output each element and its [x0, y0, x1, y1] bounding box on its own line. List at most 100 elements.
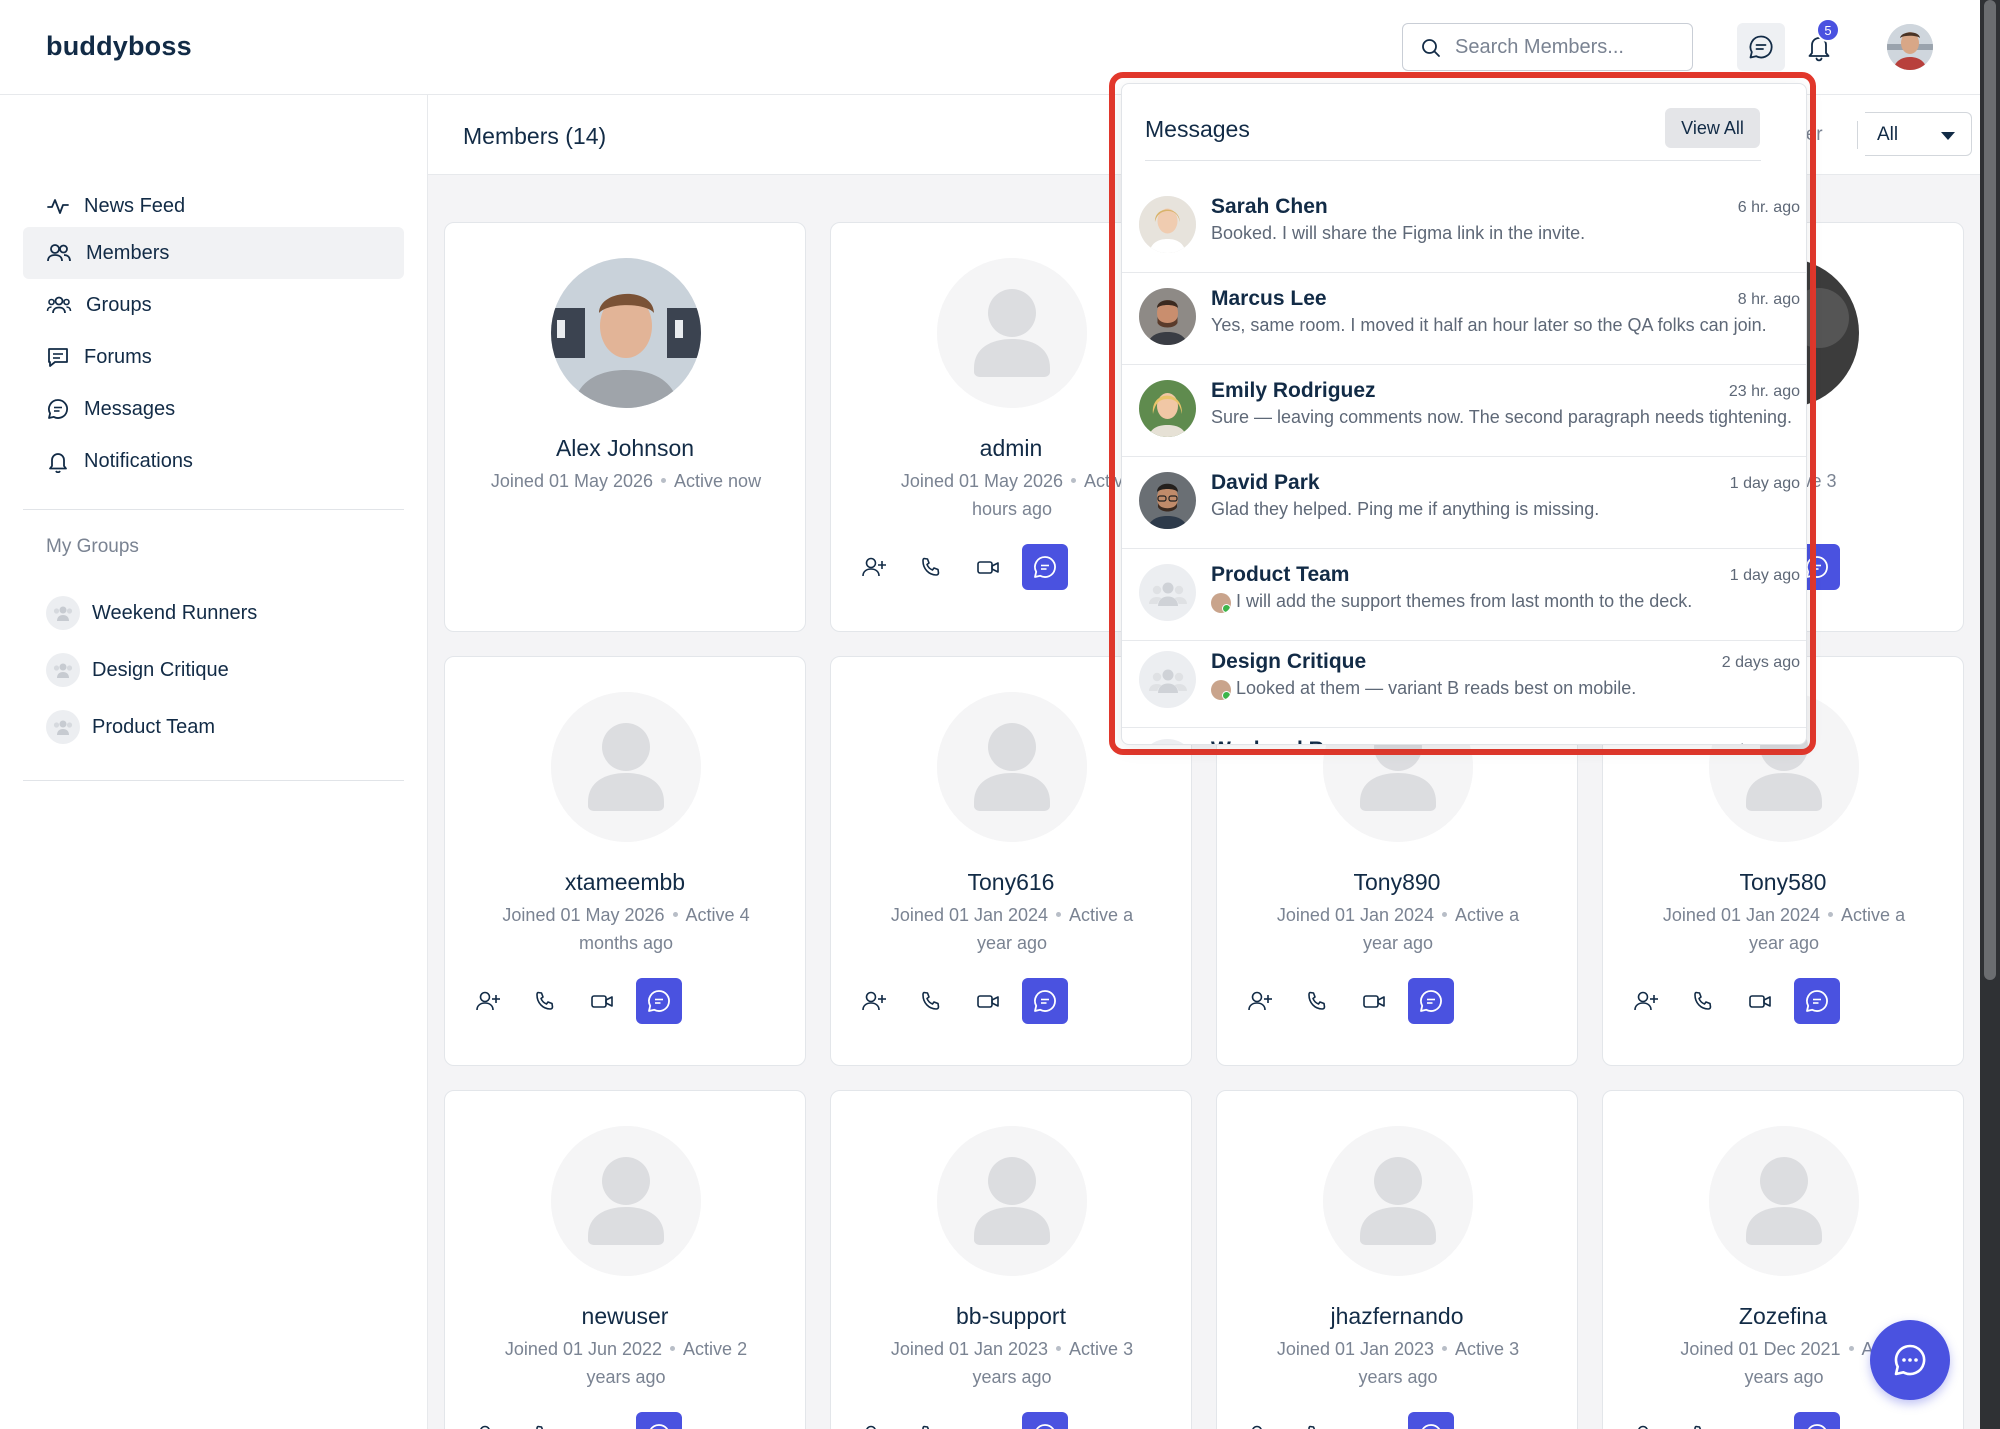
message-thread-item[interactable]: Product Team 1 day ago I will add the supp…: [1122, 549, 1806, 641]
call-button[interactable]: [522, 978, 568, 1024]
member-card[interactable]: jhazfernando Joined 01 Jan 2023 Active 3 ye…: [1216, 1090, 1578, 1429]
member-card[interactable]: bb-support Joined 01 Jan 2023 Active 3 year…: [830, 1090, 1192, 1429]
call-button[interactable]: [1680, 1412, 1726, 1429]
message-thread-item[interactable]: Emily Rodriguez 23 hr. ago Sure — leaving …: [1122, 365, 1806, 457]
message-button[interactable]: [636, 978, 682, 1024]
message-button[interactable]: [636, 1412, 682, 1429]
call-button[interactable]: [908, 544, 954, 590]
message-button[interactable]: [1022, 1412, 1068, 1429]
connect-button[interactable]: [465, 1412, 511, 1429]
call-button[interactable]: [908, 978, 954, 1024]
filter-value: All: [1877, 124, 1899, 145]
separator-dot: [672, 912, 678, 918]
page-scrollbar-thumb[interactable]: [1984, 0, 1996, 980]
connect-button[interactable]: [851, 978, 897, 1024]
thread-name: Marcus Lee: [1211, 287, 1327, 310]
video-call-button[interactable]: [1351, 978, 1397, 1024]
member-name[interactable]: bb-support: [831, 1303, 1191, 1330]
video-call-button[interactable]: [965, 978, 1011, 1024]
member-avatar[interactable]: [1323, 1126, 1473, 1276]
member-avatar[interactable]: [937, 692, 1087, 842]
group-item-design-critique[interactable]: Design Critique: [46, 653, 229, 687]
member-avatar[interactable]: [1709, 1126, 1859, 1276]
sidebar-item-members[interactable]: Members: [23, 227, 404, 279]
connect-button[interactable]: [1237, 978, 1283, 1024]
member-avatar[interactable]: [551, 1126, 701, 1276]
site-logo[interactable]: buddyboss: [46, 31, 192, 62]
connect-button[interactable]: [851, 544, 897, 590]
member-name[interactable]: jhazfernando: [1217, 1303, 1577, 1330]
filter-divider: [1857, 121, 1858, 149]
group-item-weekend-runners[interactable]: Weekend Runners: [46, 596, 257, 630]
group-avatar-icon: [46, 653, 80, 687]
sidebar-item-groups[interactable]: Groups: [23, 279, 404, 331]
message-thread-item[interactable]: Sarah Chen 6 hr. ago Booked. I will share …: [1122, 181, 1806, 273]
member-name[interactable]: Alex Johnson: [445, 435, 805, 462]
member-name[interactable]: Tony616: [831, 869, 1191, 896]
call-button[interactable]: [908, 1412, 954, 1429]
member-joined-date: Joined 01 Jun 2022: [504, 1339, 663, 1359]
member-name[interactable]: newuser: [445, 1303, 805, 1330]
member-avatar[interactable]: [551, 258, 701, 408]
member-card[interactable]: newuser Joined 01 Jun 2022 Active 2 years a…: [444, 1090, 806, 1429]
video-call-button[interactable]: [1737, 1412, 1783, 1429]
connect-button[interactable]: [1237, 1412, 1283, 1429]
connect-button[interactable]: [851, 1412, 897, 1429]
message-button[interactable]: [1408, 1412, 1454, 1429]
message-button[interactable]: [1794, 1412, 1840, 1429]
chat-bubble-icon: [1749, 35, 1773, 59]
message-button[interactable]: [1794, 978, 1840, 1024]
member-meta: Joined 01 Jan 2024 Active a year ago: [853, 901, 1171, 957]
member-name[interactable]: Tony580: [1603, 869, 1963, 896]
member-actions: [1237, 978, 1559, 1024]
messages-dropdown: Messages View All Sarah Chen 6 hr. ago Boo…: [1121, 83, 1807, 745]
call-button[interactable]: [1294, 978, 1340, 1024]
message-button[interactable]: [1022, 978, 1068, 1024]
call-button[interactable]: [1294, 1412, 1340, 1429]
sidebar-item-label: Notifications: [84, 449, 193, 472]
video-call-button[interactable]: [965, 1412, 1011, 1429]
message-thread-item[interactable]: Marcus Lee 8 hr. ago Yes, same room. I mov…: [1122, 273, 1806, 365]
call-button[interactable]: [522, 1412, 568, 1429]
user-avatar[interactable]: [1887, 24, 1933, 70]
call-button[interactable]: [1680, 978, 1726, 1024]
connect-button[interactable]: [465, 978, 511, 1024]
member-joined-date: Joined 01 May 2026: [490, 471, 654, 491]
member-actions: [1623, 1412, 1945, 1429]
send-message-icon: [649, 1424, 669, 1429]
member-name[interactable]: Tony890: [1217, 869, 1577, 896]
sidebar-item-news-feed[interactable]: News Feed: [23, 180, 404, 232]
member-last-active-cont: year ago: [976, 933, 1048, 953]
activity-icon: [47, 199, 69, 214]
sidebar-item-notifications[interactable]: Notifications: [23, 435, 404, 487]
video-call-button[interactable]: [965, 544, 1011, 590]
video-call-button[interactable]: [579, 978, 625, 1024]
thread-avatar: [1139, 196, 1196, 253]
message-thread-item[interactable]: Design Critique 2 days ago Looked at them …: [1122, 636, 1806, 728]
group-item-product-team[interactable]: Product Team: [46, 710, 215, 744]
connect-button[interactable]: [1623, 978, 1669, 1024]
member-avatar[interactable]: [551, 692, 701, 842]
member-card[interactable]: xtameembb Joined 01 May 2026 Active 4 month…: [444, 656, 806, 1066]
member-avatar[interactable]: [937, 1126, 1087, 1276]
member-card[interactable]: Alex Johnson Joined 01 May 2026 Active now: [444, 222, 806, 632]
member-name[interactable]: xtameembb: [445, 869, 805, 896]
member-search[interactable]: [1402, 23, 1693, 71]
sidebar-item-messages[interactable]: Messages: [23, 383, 404, 435]
sidebar-item-forums[interactable]: Forums: [23, 331, 404, 383]
search-input[interactable]: [1455, 32, 1680, 62]
member-avatar[interactable]: [937, 258, 1087, 408]
open-chat-button[interactable]: [1870, 1320, 1950, 1400]
messages-button[interactable]: [1737, 23, 1785, 71]
message-thread-item[interactable]: David Park 1 day ago Glad they helped. Pin…: [1122, 457, 1806, 549]
connect-button[interactable]: [1623, 1412, 1669, 1429]
filter-select[interactable]: All: [1865, 112, 1972, 156]
message-button[interactable]: [1022, 544, 1068, 590]
separator-dot: [1056, 1346, 1062, 1352]
video-call-button[interactable]: [1351, 1412, 1397, 1429]
message-thread-item[interactable]: Weekend Runners 2 days ago: [1122, 724, 1806, 744]
message-button[interactable]: [1408, 978, 1454, 1024]
view-all-button[interactable]: View All: [1665, 108, 1760, 148]
video-call-button[interactable]: [579, 1412, 625, 1429]
video-call-button[interactable]: [1737, 978, 1783, 1024]
